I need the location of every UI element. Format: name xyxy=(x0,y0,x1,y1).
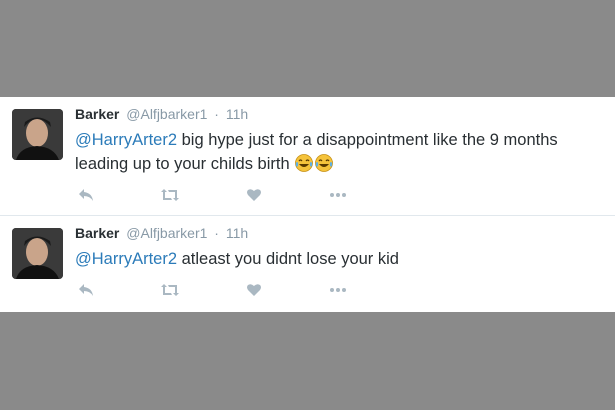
author-name[interactable]: Barker xyxy=(75,106,119,122)
tweet-actions xyxy=(75,280,375,300)
mention-link[interactable]: @HarryArter2 xyxy=(75,131,177,149)
face-with-tears-of-joy-icon xyxy=(294,153,314,173)
reply-icon[interactable] xyxy=(75,280,97,300)
tweet-actions xyxy=(75,185,375,205)
tweet[interactable]: Barker @Alfjbarker1 · 11h @HarryArter2 b… xyxy=(0,97,615,215)
more-icon[interactable] xyxy=(327,185,349,205)
author-handle[interactable]: @Alfjbarker1 xyxy=(126,225,207,241)
separator: · xyxy=(214,225,219,241)
retweet-icon[interactable] xyxy=(159,185,181,205)
author-handle[interactable]: @Alfjbarker1 xyxy=(126,106,207,122)
tweet-header: Barker @Alfjbarker1 · 11h xyxy=(75,225,248,241)
timestamp[interactable]: 11h xyxy=(226,225,248,241)
tweet-header: Barker @Alfjbarker1 · 11h xyxy=(75,106,248,122)
separator: · xyxy=(214,106,219,122)
more-icon[interactable] xyxy=(327,280,349,300)
like-icon[interactable] xyxy=(243,185,265,205)
tweet-body-text: atleast you didnt lose your kid xyxy=(177,250,399,268)
face-with-tears-of-joy-icon xyxy=(314,153,334,173)
author-name[interactable]: Barker xyxy=(75,225,119,241)
mention-link[interactable]: @HarryArter2 xyxy=(75,250,177,268)
avatar[interactable] xyxy=(12,228,63,279)
tweet[interactable]: Barker @Alfjbarker1 · 11h @HarryArter2 a… xyxy=(0,216,615,312)
tweet-text: @HarryArter2 big hype just for a disappo… xyxy=(75,128,595,176)
reply-icon[interactable] xyxy=(75,185,97,205)
like-icon[interactable] xyxy=(243,280,265,300)
tweet-text: @HarryArter2 atleast you didnt lose your… xyxy=(75,247,595,271)
tweet-thread-card: Barker @Alfjbarker1 · 11h @HarryArter2 b… xyxy=(0,97,615,312)
retweet-icon[interactable] xyxy=(159,280,181,300)
avatar[interactable] xyxy=(12,109,63,160)
timestamp[interactable]: 11h xyxy=(226,106,248,122)
